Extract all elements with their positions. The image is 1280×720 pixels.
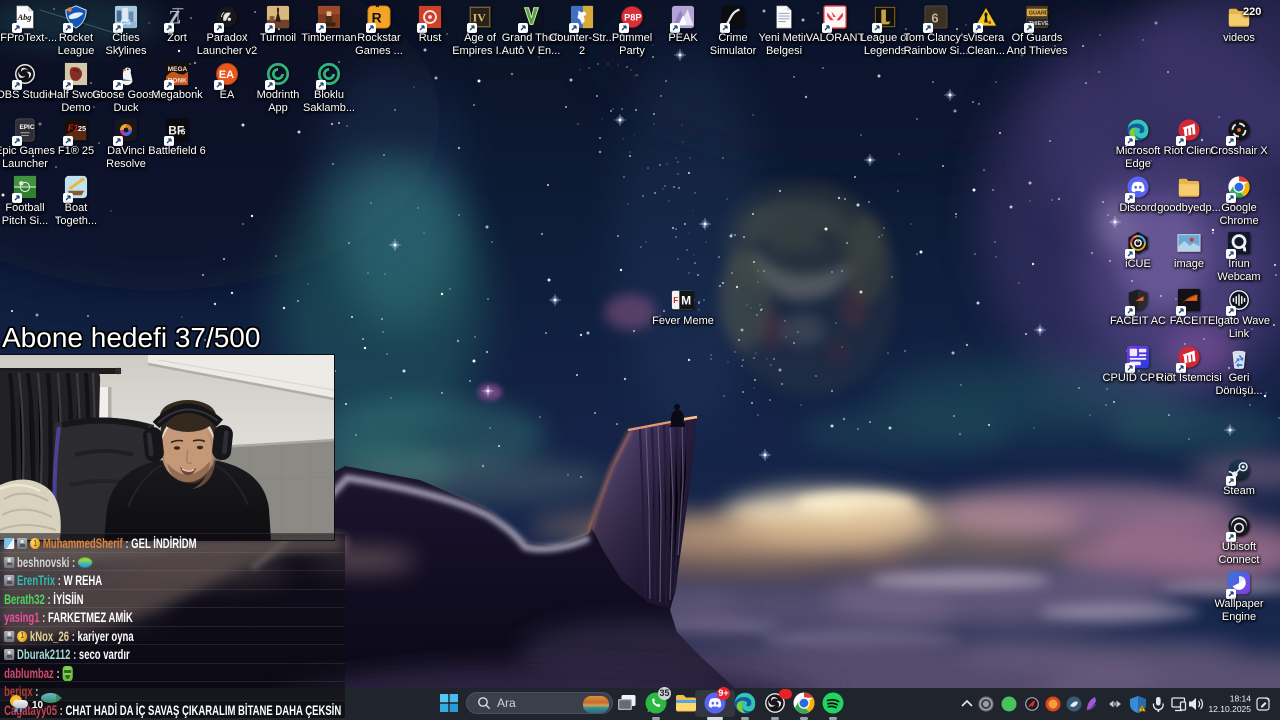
svg-text:M: M [681,294,691,308]
svg-text:12.10.2025: 12.10.2025 [1208,704,1251,714]
svg-text:MEGA: MEGA [168,66,188,73]
svg-text:6: 6 [181,127,186,137]
svg-text:18:14: 18:14 [1230,694,1252,704]
svg-text:25: 25 [78,124,86,133]
svg-text:F1: F1 [68,123,79,133]
svg-text:GUARDS: GUARDS [1029,11,1049,17]
svg-text:F: F [673,295,678,305]
svg-text:EPIC: EPIC [19,124,34,131]
